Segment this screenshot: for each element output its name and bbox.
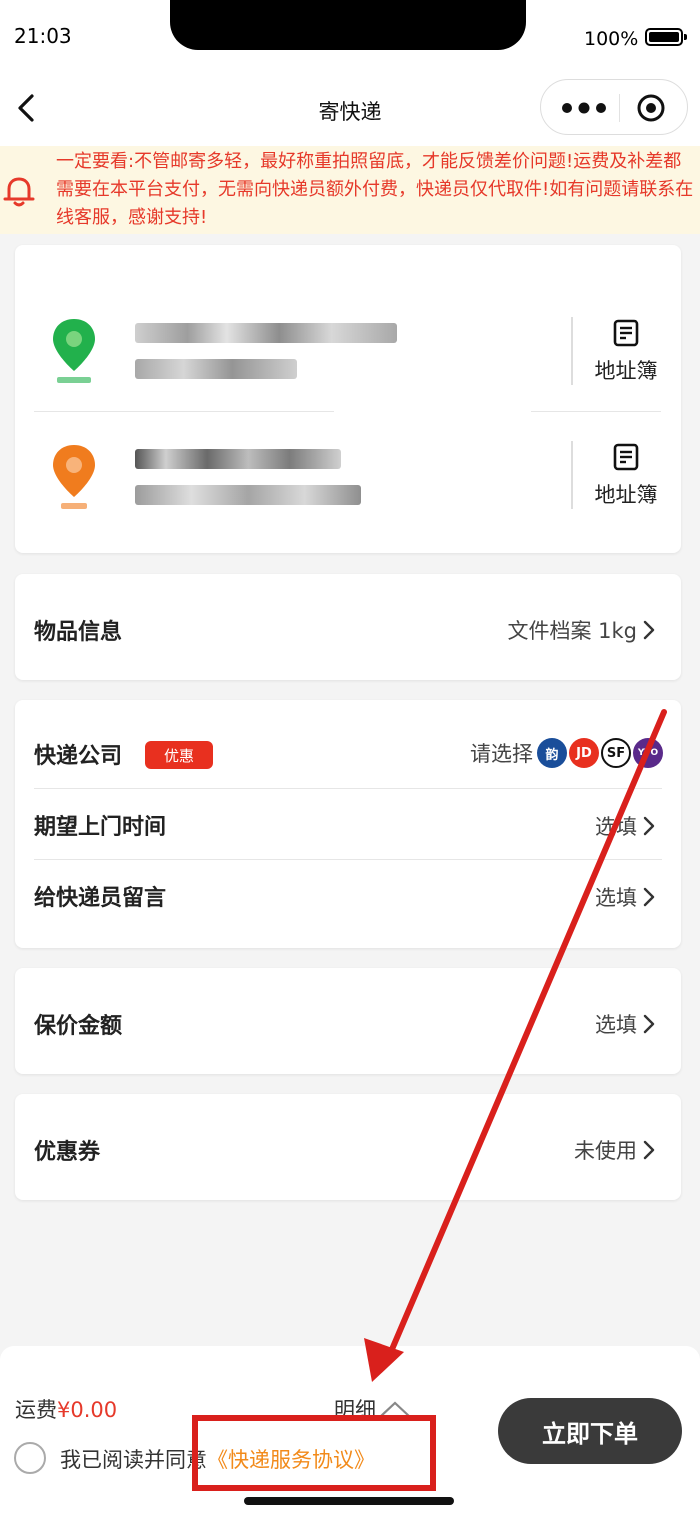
chevron-right-icon <box>643 816 655 836</box>
item-info-label: 物品信息 <box>34 620 123 645</box>
pickup-time-label: 期望上门时间 <box>34 815 167 840</box>
courier-logos: 韵 JD SF YTO <box>537 738 663 768</box>
sf-logo-icon: SF <box>601 738 631 768</box>
address-book-icon <box>613 443 639 471</box>
fee-detail-toggle[interactable]: 明细 <box>334 1394 412 1424</box>
agree-checkbox[interactable] <box>14 1442 46 1474</box>
courier-company-value-group: 请选择 韵 JD SF YTO <box>470 738 663 768</box>
address-book-label: 地址簿 <box>594 483 658 507</box>
insurance-row[interactable]: 保价金额 选填 <box>15 968 681 1074</box>
close-miniprogram-icon[interactable] <box>635 92 667 124</box>
courier-note-value: 选填 <box>595 886 637 910</box>
insurance-value: 选填 <box>595 1013 637 1037</box>
yunda-logo-icon: 韵 <box>537 738 567 768</box>
device-notch <box>170 0 526 50</box>
coupon-row[interactable]: 优惠券 未使用 <box>15 1094 681 1200</box>
courier-company-row[interactable]: 快递公司 优惠 请选择 韵 JD SF YTO <box>15 700 681 788</box>
battery-icon <box>645 28 687 46</box>
place-order-button[interactable]: 立即下单 <box>498 1398 682 1464</box>
pickup-time-row[interactable]: 期望上门时间 选填 <box>15 789 681 859</box>
item-info-value: 文件档案 1kg <box>507 619 637 643</box>
sender-pin-icon <box>53 319 95 383</box>
address-divider-right <box>531 411 661 412</box>
courier-card: 快递公司 优惠 请选择 韵 JD SF YTO 期望上门时间 选填 给快递员留言… <box>15 700 681 948</box>
chevron-right-icon <box>643 1014 655 1034</box>
address-book-label: 地址簿 <box>594 359 658 383</box>
discount-badge: 优惠 <box>145 741 213 769</box>
agreement-text: 我已阅读并同意《快递服务协议》 <box>60 1444 375 1474</box>
service-agreement-link[interactable]: 《快递服务协议》 <box>207 1448 375 1472</box>
address-book-icon <box>613 319 639 347</box>
bell-icon <box>3 177 35 207</box>
sender-address-book-button[interactable]: 地址簿 <box>581 315 671 395</box>
chevron-right-icon <box>643 620 655 640</box>
courier-company-value: 请选择 <box>470 742 533 766</box>
sender-name-redacted <box>135 323 397 343</box>
chevron-right-icon <box>643 887 655 907</box>
courier-company-label: 快递公司 <box>34 744 123 769</box>
mini-program-capsule <box>540 79 688 135</box>
bottom-order-bar: 运费¥0.00 明细 我已阅读并同意《快递服务协议》 立即下单 <box>0 1346 700 1520</box>
battery-percent: 100% <box>584 28 639 50</box>
yto-logo-icon: YTO <box>633 738 663 768</box>
coupon-value: 未使用 <box>574 1139 637 1163</box>
fee-detail-label: 明细 <box>334 1398 376 1422</box>
courier-note-label: 给快递员留言 <box>34 886 167 911</box>
chevron-right-icon <box>643 1140 655 1160</box>
receiver-address-book-button[interactable]: 地址簿 <box>581 439 671 519</box>
notice-banner: 一定要看:不管邮寄多轻，最好称重拍照留底，才能反馈差价问题!运费及补差都需要在本… <box>0 146 700 234</box>
address-card: 地址簿 地址簿 <box>15 245 681 553</box>
home-indicator <box>244 1497 454 1505</box>
agreement-prefix: 我已阅读并同意 <box>60 1448 207 1472</box>
notice-text: 一定要看:不管邮寄多轻，最好称重拍照留底，才能反馈差价问题!运费及补差都需要在本… <box>56 151 694 228</box>
courier-note-value-group: 选填 <box>595 882 655 912</box>
insurance-label: 保价金额 <box>34 1014 123 1039</box>
sender-divider <box>571 317 573 385</box>
jd-logo-icon: JD <box>569 738 599 768</box>
pickup-time-value-group: 选填 <box>595 811 655 841</box>
receiver-name-redacted <box>135 449 341 469</box>
status-time: 21:03 <box>14 24 72 48</box>
coupon-value-group: 未使用 <box>574 1135 655 1165</box>
address-divider-left <box>34 411 334 412</box>
shipping-fee: 运费¥0.00 <box>15 1394 117 1424</box>
item-info-row[interactable]: 物品信息 文件档案 1kg <box>15 574 681 680</box>
coupon-label: 优惠券 <box>34 1140 101 1165</box>
nav-bar: 寄快递 <box>0 70 700 146</box>
receiver-divider <box>571 441 573 509</box>
courier-note-row[interactable]: 给快递员留言 选填 <box>15 860 681 932</box>
shipping-fee-label: 运费 <box>15 1398 57 1422</box>
insurance-value-group: 选填 <box>595 1009 655 1039</box>
more-icon[interactable] <box>559 94 609 122</box>
receiver-pin-icon <box>53 445 95 509</box>
item-info-value-group: 文件档案 1kg <box>507 615 655 645</box>
chevron-up-icon <box>379 1401 411 1418</box>
shipping-fee-value: ¥0.00 <box>57 1398 118 1422</box>
pickup-time-value: 选填 <box>595 815 637 839</box>
status-bar: 21:03 100% <box>0 0 700 70</box>
receiver-address-redacted <box>135 485 361 505</box>
capsule-divider <box>619 94 620 122</box>
sender-address-redacted <box>135 359 297 379</box>
